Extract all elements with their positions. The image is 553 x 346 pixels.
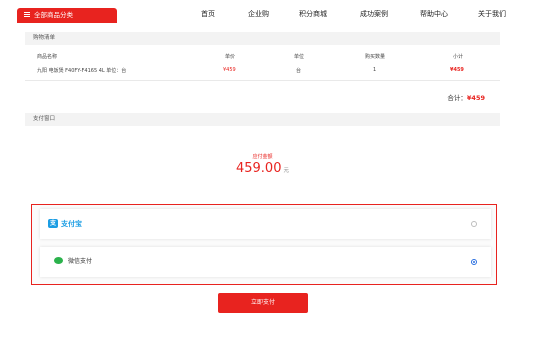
cart-item-qty: 1 [373,67,377,73]
amount-due-value: 459.00 [235,161,282,176]
amount-due-unit: 元 [283,168,289,174]
nav-item-home[interactable]: 首页 [201,9,215,19]
menu-icon [24,12,30,17]
wechat-pay-label: 微信支付 [68,258,93,265]
wechat-pay-radio[interactable] [471,259,477,265]
pay-now-button[interactable]: 立即支付 [218,293,308,313]
cart-item-price: ¥459 [223,67,236,73]
cart-total: 合计：¥459 [447,92,485,102]
total-label: 合计： [447,94,467,102]
cart-title: 购物清单 [25,32,500,45]
amount-due-label: 应付金额 [252,154,273,160]
top-nav: 全部商品分类 首页 企业购 积分商城 成功案例 帮助中心 关于我们 [0,0,553,24]
col-header-qty: 购买数量 [365,54,386,60]
alipay-icon: 支 [48,219,58,228]
nav-item-about[interactable]: 关于我们 [478,9,506,19]
payment-option-alipay[interactable]: 支 支付宝 [40,209,491,239]
wechat-pay-icon [54,257,63,264]
payment-methods: 支 支付宝 微信支付 [31,204,497,285]
cart-item-name: 九阳 电饭煲 F40FY-F4165 4L 单位：台 [37,68,127,74]
col-header-price: 单价 [225,54,236,60]
alipay-label: 支付宝 [61,220,82,228]
cart-item-unit: 台 [296,68,302,74]
nav-item-enterprise[interactable]: 企业购 [248,9,269,19]
category-menu-button[interactable]: 全部商品分类 [17,8,117,23]
col-header-subtotal: 小计 [453,54,464,60]
cart-item-subtotal: ¥459 [450,67,464,73]
payment-option-wechat[interactable]: 微信支付 [40,247,491,277]
cart-panel: 购物清单 [25,32,500,45]
col-header-name: 商品名称 [37,54,58,60]
category-menu-label: 全部商品分类 [34,11,73,19]
pay-window-panel: 支付窗口 [25,113,500,126]
divider [25,80,500,81]
nav-item-points-mall[interactable]: 积分商城 [299,9,327,19]
col-header-unit: 单位 [294,54,305,60]
pay-window-title: 支付窗口 [25,113,500,126]
nav-item-help[interactable]: 帮助中心 [420,9,448,19]
alipay-radio[interactable] [471,221,477,227]
nav-item-cases[interactable]: 成功案例 [360,9,388,19]
total-amount: ¥459 [466,94,485,102]
amount-due: 459.00 元 [0,161,525,176]
